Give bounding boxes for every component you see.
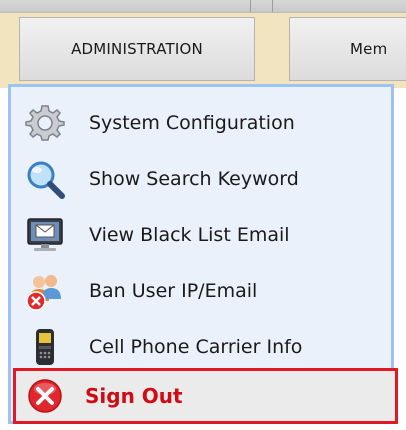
toolbar-divider	[272, 0, 273, 12]
sign-out-button[interactable]: Sign Out	[13, 368, 398, 424]
tab-administration[interactable]: ADMINISTRATION	[19, 17, 255, 81]
menu-item-label: Cell Phone Carrier Info	[89, 336, 303, 358]
menu-item-cell-phone-carrier-info[interactable]: Cell Phone Carrier Info	[19, 319, 389, 375]
tab-bar: ADMINISTRATION Mem	[0, 13, 406, 88]
tab-label: Mem	[350, 40, 388, 58]
admin-dropdown-menu: System Configuration Show Search Keyword…	[8, 84, 398, 424]
cell-phone-icon	[23, 325, 67, 369]
tab-members[interactable]: Mem	[289, 17, 406, 81]
monitor-mail-icon	[23, 213, 67, 257]
users-ban-icon	[23, 269, 67, 313]
menu-item-view-black-list-email[interactable]: View Black List Email	[19, 207, 389, 263]
menu-item-label: Ban User IP/Email	[89, 280, 258, 302]
tab-label: ADMINISTRATION	[71, 40, 203, 58]
menu-item-label: View Black List Email	[89, 224, 290, 246]
menu-item-system-configuration[interactable]: System Configuration	[19, 95, 389, 151]
top-toolbar-strip	[0, 0, 406, 13]
sign-out-label: Sign Out	[85, 384, 183, 408]
toolbar-divider	[250, 0, 251, 12]
menu-item-show-search-keyword[interactable]: Show Search Keyword	[19, 151, 389, 207]
menu-item-ban-user-ip-email[interactable]: Ban User IP/Email	[19, 263, 389, 319]
close-circle-icon	[23, 374, 67, 418]
magnifier-icon	[23, 157, 67, 201]
menu-item-label: System Configuration	[89, 112, 295, 134]
menu-item-label: Show Search Keyword	[89, 168, 299, 190]
gear-icon	[23, 101, 67, 145]
